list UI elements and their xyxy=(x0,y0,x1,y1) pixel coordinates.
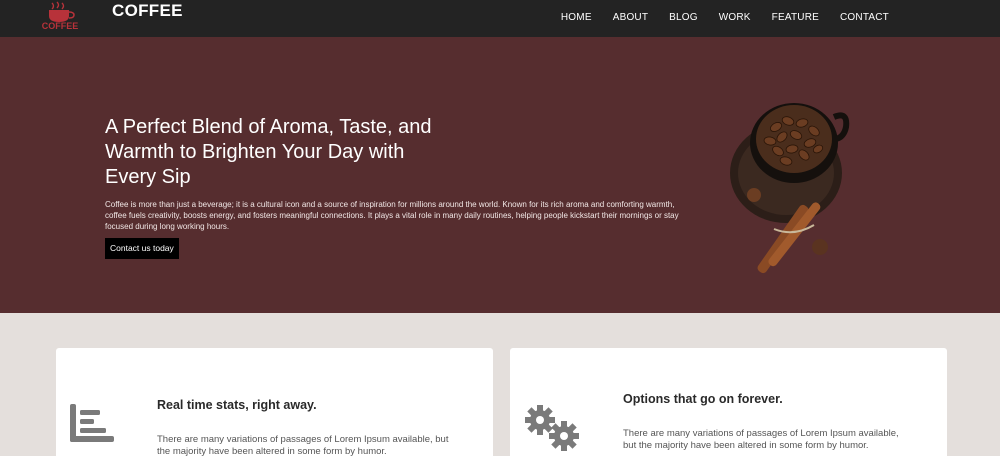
feature-card-stats: Real time stats, right away. There are m… xyxy=(56,348,493,456)
nav-home[interactable]: HOME xyxy=(561,12,592,23)
hero-description: Coffee is more than just a beverage; it … xyxy=(105,200,679,231)
feature-card-options: Options that go on forever. There are ma… xyxy=(510,348,947,456)
navbar: COFFEE COFFEE HOME ABOUT BLOG WORK FEATU… xyxy=(0,0,1000,37)
nav-contact[interactable]: CONTACT xyxy=(840,12,889,23)
gears-icon xyxy=(525,405,579,451)
feature-title: Real time stats, right away. xyxy=(157,398,317,412)
nav-about[interactable]: ABOUT xyxy=(613,12,648,23)
bar-chart-icon xyxy=(70,404,114,442)
nav-feature[interactable]: FEATURE xyxy=(772,12,819,23)
hero-section: A Perfect Blend of Aroma, Taste, and War… xyxy=(0,37,1000,313)
feature-text: There are many variations of passages of… xyxy=(623,428,899,451)
coffee-logo[interactable]: COFFEE xyxy=(38,0,82,34)
coffee-cup-image xyxy=(730,103,850,274)
nav-work[interactable]: WORK xyxy=(719,12,751,23)
main-nav: HOME ABOUT BLOG WORK FEATURE CONTACT xyxy=(561,12,889,23)
feature-text: There are many variations of passages of… xyxy=(157,434,449,456)
hero-title: A Perfect Blend of Aroma, Taste, and War… xyxy=(105,116,432,188)
feature-title: Options that go on forever. xyxy=(623,392,783,406)
brand-name[interactable]: COFFEE xyxy=(112,1,183,21)
nav-blog[interactable]: BLOG xyxy=(669,12,698,23)
contact-us-button[interactable]: Contact us today xyxy=(105,238,179,259)
logo-text: COFFEE xyxy=(42,21,79,31)
